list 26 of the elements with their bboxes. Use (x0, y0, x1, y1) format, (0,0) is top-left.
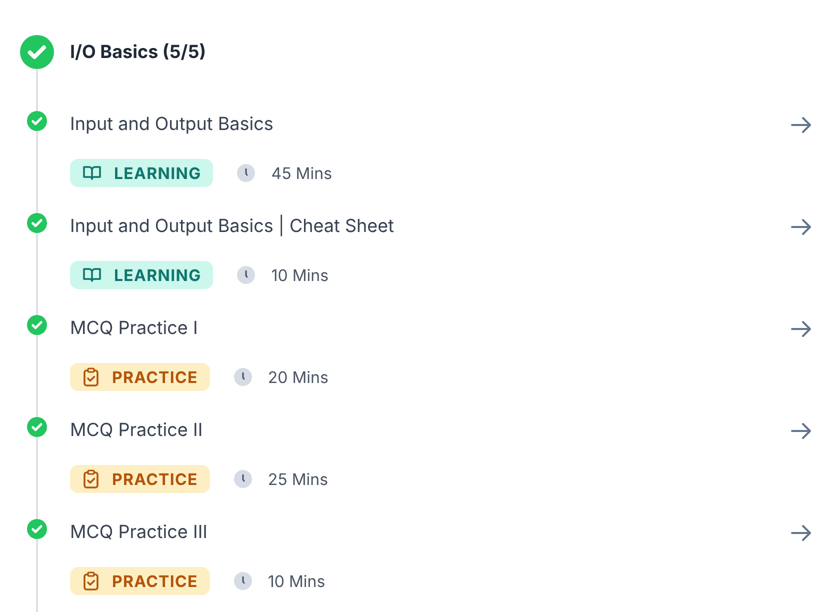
clock-icon (234, 572, 252, 590)
item-title[interactable]: MCQ Practice II (70, 417, 203, 445)
duration-text: 10 Mins (271, 264, 329, 287)
item-title[interactable]: Input and Output Basics (70, 111, 274, 139)
type-badge: PRACTICE (70, 465, 210, 493)
clipboard-check-icon (82, 571, 100, 591)
clipboard-check-icon (82, 367, 100, 387)
type-badge: LEARNING (70, 159, 214, 187)
book-icon (82, 266, 102, 284)
clock-icon (234, 470, 252, 488)
duration-text: 45 Mins (271, 162, 332, 185)
type-badge: LEARNING (70, 261, 214, 289)
clock-icon (237, 164, 256, 182)
clipboard-check-icon (82, 469, 100, 489)
duration-text: 25 Mins (268, 468, 328, 491)
type-badge: PRACTICE (70, 363, 210, 391)
clock-icon (237, 266, 256, 284)
duration-text: 10 Mins (268, 570, 326, 593)
duration-text: 20 Mins (268, 366, 328, 389)
section-title: I/O Basics (5/5) (70, 40, 206, 64)
item-title[interactable]: MCQ Practice III (70, 519, 208, 547)
type-badge: PRACTICE (70, 567, 210, 595)
item-title[interactable]: MCQ Practice I (70, 315, 198, 343)
clock-icon (234, 368, 252, 386)
item-title[interactable]: Input and Output Basics | Cheat Sheet (70, 213, 394, 241)
book-icon (82, 164, 102, 182)
